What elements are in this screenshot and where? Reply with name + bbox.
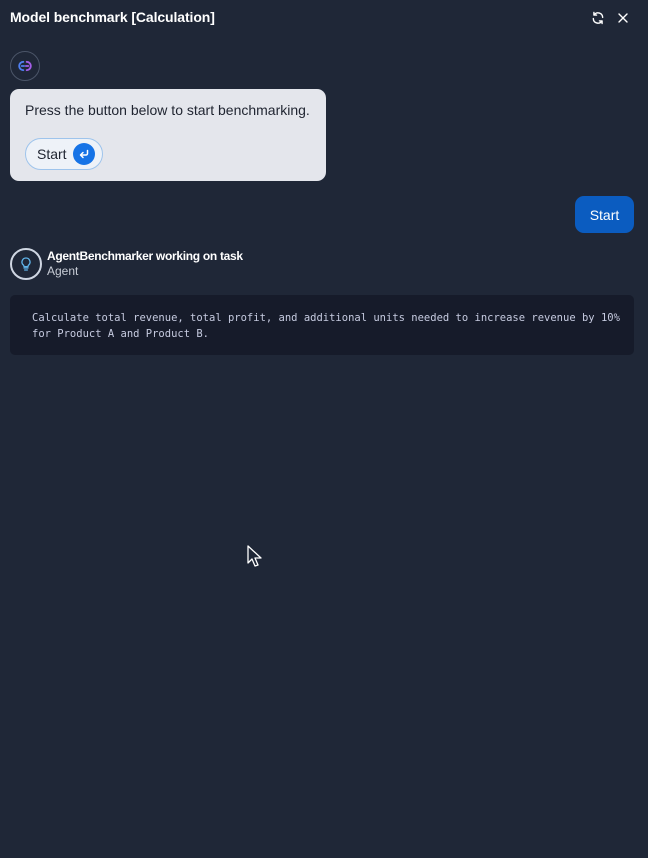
refresh-button[interactable] bbox=[588, 8, 608, 28]
assistant-logo-icon bbox=[18, 60, 32, 72]
assistant-message-bubble: Press the button below to start benchmar… bbox=[10, 89, 326, 181]
assistant-message-text: Press the button below to start benchmar… bbox=[25, 102, 310, 118]
close-icon bbox=[618, 13, 628, 23]
task-description-box: Calculate total revenue, total profit, a… bbox=[10, 295, 634, 355]
start-button-label: Start bbox=[37, 146, 67, 162]
mouse-cursor-icon bbox=[247, 545, 262, 567]
enter-return-icon bbox=[73, 143, 95, 165]
agent-role: Agent bbox=[47, 264, 79, 278]
refresh-icon bbox=[592, 11, 604, 25]
close-button[interactable] bbox=[613, 8, 633, 28]
user-message-bubble: Start bbox=[575, 196, 634, 233]
task-description-text: Calculate total revenue, total profit, a… bbox=[32, 312, 620, 340]
start-button[interactable]: Start bbox=[25, 138, 103, 170]
window-header: Model benchmark [Calculation] bbox=[0, 0, 648, 36]
agent-avatar bbox=[10, 248, 42, 280]
chat-window: Model benchmark [Calculation] Press the bbox=[0, 0, 648, 858]
assistant-avatar bbox=[10, 51, 40, 81]
agent-name: AgentBenchmarker working on task bbox=[47, 249, 243, 263]
window-title: Model benchmark [Calculation] bbox=[10, 9, 215, 25]
lightbulb-icon bbox=[21, 257, 31, 271]
